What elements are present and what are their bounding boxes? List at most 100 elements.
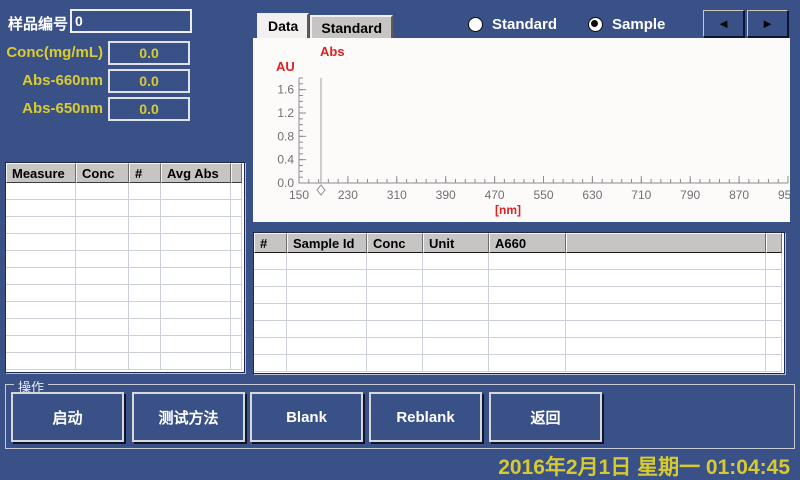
measure-table-cell: [6, 200, 76, 217]
measure-table-row[interactable]: [6, 353, 244, 370]
measure-table-cell: [6, 285, 76, 302]
measure-table-cell: [129, 285, 161, 302]
radio-circle-icon[interactable]: [588, 17, 603, 32]
measure-table-cell: [161, 200, 231, 217]
sample-table-cell: [254, 321, 287, 338]
measure-table-cell: [76, 268, 129, 285]
sample-table-header-row: #Sample IdConcUnitA660: [254, 233, 784, 253]
measure-table-cell: [129, 183, 161, 200]
sample-table-row[interactable]: [254, 253, 784, 270]
mode-radio-group: Standard Sample: [468, 16, 696, 33]
sample-table-cell: [566, 338, 766, 355]
measure-table-cell: [161, 353, 231, 370]
sample-table-cell: [566, 253, 766, 270]
sample-table-cell: [766, 253, 782, 270]
sample-table-row[interactable]: [254, 287, 784, 304]
sample-id-label: 样品编号: [8, 13, 68, 34]
measure-table-cell: [129, 251, 161, 268]
sample-table-row[interactable]: [254, 338, 784, 355]
radio-standard[interactable]: Standard: [468, 16, 557, 33]
measure-table-cell: [6, 302, 76, 319]
sample-table-header-cell: [566, 233, 766, 253]
measure-table-cell: [76, 200, 129, 217]
sample-table-cell: [423, 304, 489, 321]
sample-table-cell: [566, 321, 766, 338]
sample-table-cell: [287, 253, 367, 270]
abs-660-label: Abs-660nm: [0, 72, 103, 89]
sample-table-cell: [423, 253, 489, 270]
spectrum-chart[interactable]: 1502303103904705506307107908709500.00.40…: [253, 38, 790, 222]
measure-table-row[interactable]: [6, 268, 244, 285]
prev-page-button[interactable]: ◄: [703, 10, 744, 37]
measure-table-header-cell: Measure: [6, 163, 76, 183]
sample-table-cell: [287, 321, 367, 338]
blank-button[interactable]: Blank: [250, 392, 363, 442]
reblank-button[interactable]: Reblank: [369, 392, 482, 442]
conc-label: Conc(mg/mL): [0, 44, 103, 61]
sample-table-cell: [254, 338, 287, 355]
x-tick-label: 950: [778, 188, 790, 202]
x-tick-label: 550: [533, 188, 553, 202]
sample-table-row[interactable]: [254, 270, 784, 287]
sample-id-input[interactable]: [70, 9, 192, 33]
start-button[interactable]: 启动: [11, 392, 124, 442]
radio-sample[interactable]: Sample: [588, 16, 665, 33]
next-page-button[interactable]: ►: [747, 10, 788, 37]
sample-table-header-cell: Sample Id: [287, 233, 367, 253]
sample-table-row[interactable]: [254, 355, 784, 372]
measure-table-cell: [161, 268, 231, 285]
return-button[interactable]: 返回: [489, 392, 602, 442]
abs-650-value: 0.0: [108, 97, 190, 121]
sample-table-row[interactable]: [254, 304, 784, 321]
y-tick-label: 0.4: [277, 153, 294, 167]
x-tick-label: 470: [485, 188, 505, 202]
measure-table-row[interactable]: [6, 200, 244, 217]
y-tick-label: 1.6: [277, 83, 294, 97]
sample-table-cell: [766, 270, 782, 287]
sample-table-cell: [566, 304, 766, 321]
measure-table-cell: [161, 183, 231, 200]
measure-table-header-cell: [231, 163, 242, 183]
measure-table-row[interactable]: [6, 319, 244, 336]
conc-value: 0.0: [108, 41, 190, 65]
measure-table-cell: [231, 336, 242, 353]
tab-standard[interactable]: Standard: [310, 15, 393, 39]
radio-label: Sample: [612, 16, 665, 33]
abs-660-value: 0.0: [108, 69, 190, 93]
measure-table-cell: [76, 336, 129, 353]
measure-table-row[interactable]: [6, 302, 244, 319]
measure-table-row[interactable]: [6, 336, 244, 353]
measure-table-cell: [231, 268, 242, 285]
x-tick-label: 790: [680, 188, 700, 202]
sample-table-cell: [367, 253, 423, 270]
sample-table-row[interactable]: [254, 321, 784, 338]
measure-table-row[interactable]: [6, 217, 244, 234]
sample-table-cell: [489, 338, 566, 355]
measure-table-header-cell: Conc: [76, 163, 129, 183]
y-tick-label: 0.0: [277, 176, 294, 190]
y-tick-label: 1.2: [277, 106, 294, 120]
sample-table-cell: [287, 355, 367, 372]
tab-data[interactable]: Data: [257, 13, 309, 39]
sample-table-cell: [566, 355, 766, 372]
measure-table-cell: [76, 353, 129, 370]
measure-table-row[interactable]: [6, 234, 244, 251]
measure-table-cell: [6, 234, 76, 251]
cursor-diamond-icon[interactable]: [317, 185, 325, 195]
measure-table-cell: [129, 217, 161, 234]
spectrum-chart-panel[interactable]: 1502303103904705506307107908709500.00.40…: [253, 38, 790, 222]
radio-circle-icon[interactable]: [468, 17, 483, 32]
test-method-button[interactable]: 测试方法: [132, 392, 245, 442]
sample-table-header-cell: A660: [489, 233, 566, 253]
measure-table-cell: [231, 353, 242, 370]
measure-table-cell: [231, 302, 242, 319]
measure-table-row[interactable]: [6, 183, 244, 200]
measure-table-row[interactable]: [6, 251, 244, 268]
measure-table-cell: [6, 251, 76, 268]
measure-table-header-cell: #: [129, 163, 161, 183]
measure-table-row[interactable]: [6, 285, 244, 302]
x-tick-label: 870: [729, 188, 749, 202]
sample-table-cell: [766, 304, 782, 321]
measure-table-cell: [161, 234, 231, 251]
sample-table-cell: [367, 304, 423, 321]
